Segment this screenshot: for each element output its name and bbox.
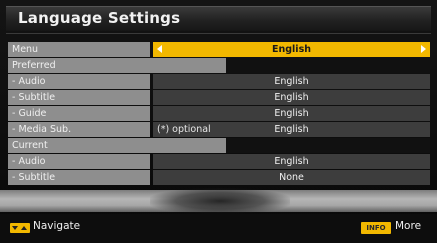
setting-value[interactable]: English xyxy=(153,154,430,169)
settings-table: Menu English Preferred - Audio English -… xyxy=(8,42,430,186)
setting-row-preferred-subtitle[interactable]: - Subtitle English xyxy=(8,90,430,105)
setting-value[interactable]: English xyxy=(153,90,430,105)
setting-value[interactable]: None xyxy=(153,170,430,185)
info-key-badge: INFO xyxy=(361,222,391,234)
setting-label: Menu xyxy=(8,42,150,57)
arrow-up-icon xyxy=(21,226,27,230)
section-header-preferred: Preferred xyxy=(8,58,430,73)
setting-value-selector[interactable]: English xyxy=(153,42,430,57)
section-header-label: Preferred xyxy=(8,58,226,73)
setting-value[interactable]: English xyxy=(153,74,430,89)
setting-label: - Subtitle xyxy=(8,170,150,185)
page-title: Language Settings xyxy=(18,9,181,27)
setting-value: English xyxy=(274,124,309,135)
section-header-fill xyxy=(226,138,430,153)
setting-row-current-subtitle[interactable]: - Subtitle None xyxy=(8,170,430,185)
setting-value-cell[interactable]: (*) optional English xyxy=(153,122,430,137)
optional-note: (*) optional xyxy=(157,124,211,135)
navigate-hint: Navigate xyxy=(33,220,81,232)
section-header-label: Current xyxy=(8,138,226,153)
setting-label: - Media Sub. xyxy=(8,122,150,137)
arrow-down-icon xyxy=(12,226,18,230)
footer-shadow xyxy=(150,188,290,214)
setting-label: - Audio xyxy=(8,74,150,89)
arrow-right-icon[interactable] xyxy=(421,45,426,53)
setting-label: - Guide xyxy=(8,106,150,121)
setting-value[interactable]: English xyxy=(153,106,430,121)
setting-row-preferred-audio[interactable]: - Audio English xyxy=(8,74,430,89)
section-header-current: Current xyxy=(8,138,430,153)
arrow-left-icon[interactable] xyxy=(157,45,162,53)
divider xyxy=(6,33,431,34)
title-bar: Language Settings xyxy=(6,6,431,31)
setting-row-current-audio[interactable]: - Audio English xyxy=(8,154,430,169)
tv-osd-screen: Language Settings Menu English Preferred… xyxy=(0,0,437,243)
footer-bar: Navigate INFO More xyxy=(0,214,437,243)
setting-label: - Audio xyxy=(8,154,150,169)
setting-row-menu[interactable]: Menu English xyxy=(8,42,430,57)
section-header-fill xyxy=(226,58,430,73)
setting-row-preferred-guide[interactable]: - Guide English xyxy=(8,106,430,121)
setting-value: English xyxy=(272,44,311,55)
setting-label: - Subtitle xyxy=(8,90,150,105)
more-hint: More xyxy=(395,220,422,232)
navigate-arrows-icon xyxy=(10,223,30,233)
setting-row-preferred-media-sub[interactable]: - Media Sub. (*) optional English xyxy=(8,122,430,137)
